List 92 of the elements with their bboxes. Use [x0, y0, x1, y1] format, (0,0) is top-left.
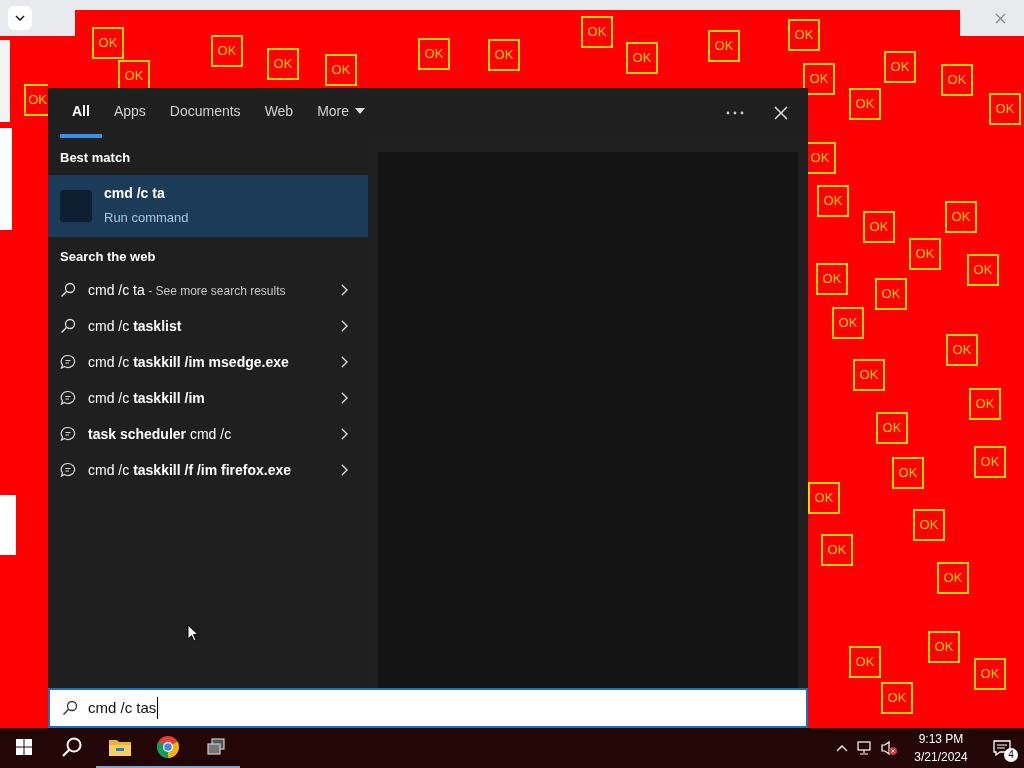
web-result-item[interactable]: cmd /c taskkill /im: [48, 380, 368, 416]
tab[interactable]: More: [305, 88, 378, 138]
ok-button[interactable]: OK: [849, 646, 881, 678]
ok-button[interactable]: OK: [913, 509, 945, 541]
search-icon: [62, 700, 78, 716]
ok-button[interactable]: OK: [816, 263, 848, 295]
ok-button[interactable]: OK: [708, 30, 740, 62]
chat-bubble-icon: [60, 426, 76, 442]
section-heading: Best match: [59, 149, 132, 167]
web-result-item[interactable]: cmd /c tasklist: [48, 308, 368, 344]
ok-button[interactable]: OK: [325, 54, 357, 86]
caret-icon: [355, 108, 366, 114]
notifications-button[interactable]: 4: [980, 728, 1024, 768]
chevron-up-icon[interactable]: [836, 744, 848, 752]
result-subtitle: Run command: [104, 209, 189, 228]
result-text: cmd /c taskkill /f /im firefox.exe: [88, 460, 292, 480]
search-icon: [61, 736, 83, 758]
app-icon: [60, 189, 92, 222]
ok-button[interactable]: OK: [211, 35, 243, 67]
mouse-pointer-icon: [187, 624, 199, 642]
chevron-right-icon: [341, 320, 348, 332]
ok-button[interactable]: OK: [928, 631, 960, 663]
chevron-down-icon: [15, 15, 25, 21]
ok-button[interactable]: OK: [974, 658, 1006, 690]
web-result-item[interactable]: cmd /c ta - See more search results: [48, 272, 368, 308]
ok-button[interactable]: OK: [24, 84, 48, 116]
tab[interactable]: Documents: [157, 88, 253, 138]
chevron-right-icon: [341, 284, 348, 296]
task-view-icon: [206, 738, 226, 756]
chevron-right-icon: [341, 392, 348, 404]
chat-bubble-icon: [60, 354, 76, 370]
web-result-item[interactable]: cmd /c taskkill /im msedge.exe: [48, 344, 368, 380]
ok-button[interactable]: OK: [832, 307, 864, 339]
ok-button[interactable]: OK: [853, 359, 885, 391]
ok-button[interactable]: OK: [881, 682, 913, 714]
window-fragment: [0, 495, 16, 555]
ok-button[interactable]: OK: [989, 93, 1021, 125]
chevron-right-icon: [341, 428, 348, 440]
ok-button[interactable]: OK: [803, 63, 835, 95]
ok-button[interactable]: OK: [946, 334, 978, 366]
web-result-item[interactable]: cmd /c taskkill /f /im firefox.exe: [48, 452, 368, 488]
result-title: cmd /c ta: [104, 184, 166, 204]
ok-button[interactable]: OK: [821, 534, 853, 566]
result-text: task scheduler cmd /c: [88, 424, 232, 444]
result-text: cmd /c taskkill /im: [88, 388, 205, 408]
ok-button[interactable]: OK: [817, 185, 849, 217]
ok-button[interactable]: OK: [909, 238, 941, 270]
ok-button[interactable]: OK: [488, 39, 520, 71]
folder-icon: [108, 737, 132, 757]
ok-button[interactable]: OK: [967, 254, 999, 286]
result-text: cmd /c ta - See more search results: [88, 280, 286, 300]
chevron-right-icon: [341, 464, 348, 476]
ok-button[interactable]: OK: [849, 88, 881, 120]
more-options-icon[interactable]: [726, 111, 744, 115]
ok-button[interactable]: OK: [626, 42, 658, 74]
browser-icon: [156, 735, 180, 759]
ok-button[interactable]: OK: [974, 446, 1006, 478]
ok-button[interactable]: OK: [876, 412, 908, 444]
ok-button[interactable]: OK: [884, 51, 916, 83]
ok-button[interactable]: OK: [267, 48, 299, 80]
ok-button[interactable]: OK: [945, 201, 977, 233]
clock-date[interactable]: 3/21/2024: [914, 748, 968, 766]
search-icon: [60, 282, 76, 298]
ok-button[interactable]: OK: [969, 388, 1001, 420]
ok-button[interactable]: OK: [788, 19, 820, 51]
ok-button[interactable]: OK: [937, 562, 969, 594]
ok-button[interactable]: OK: [92, 27, 124, 59]
ok-button[interactable]: OK: [941, 64, 973, 96]
clock-time[interactable]: 9:13 PM: [918, 730, 964, 748]
volume-muted-icon[interactable]: [880, 740, 898, 756]
result-text: cmd /c taskkill /im msedge.exe: [88, 352, 289, 372]
ok-button[interactable]: OK: [808, 482, 840, 514]
dropdown-button[interactable]: [8, 6, 32, 30]
ok-button[interactable]: OK: [863, 211, 895, 243]
ok-button[interactable]: OK: [418, 38, 450, 70]
notification-count: 4: [1004, 748, 1018, 762]
web-result-item[interactable]: task scheduler cmd /c: [48, 416, 368, 452]
chevron-right-icon: [341, 356, 348, 368]
ok-button[interactable]: OK: [892, 457, 924, 489]
result-text: cmd /c tasklist: [88, 316, 182, 336]
section-heading: Search the web: [59, 247, 157, 266]
ok-button[interactable]: OK: [875, 278, 907, 310]
windows-icon: [16, 739, 32, 755]
tab[interactable]: Web: [252, 88, 306, 138]
search-field[interactable]: cmd /c tas: [48, 688, 808, 728]
ok-button[interactable]: OK: [581, 16, 613, 48]
chat-bubble-icon: [60, 390, 76, 406]
browser-window-fragment: [960, 10, 1024, 36]
network-icon[interactable]: [856, 740, 874, 756]
search-icon: [60, 318, 76, 334]
best-match-item[interactable]: cmd /c ta Run command: [48, 174, 368, 237]
chat-bubble-icon: [60, 462, 76, 478]
